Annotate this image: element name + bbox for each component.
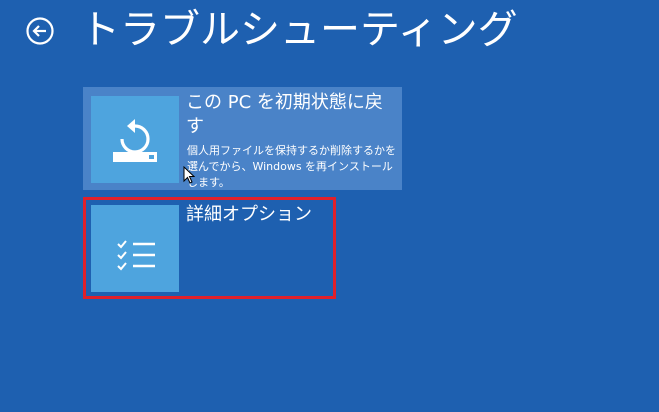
tile-title: 詳細オプション: [186, 204, 312, 225]
back-button[interactable]: [26, 17, 54, 45]
checklist-icon: [91, 205, 179, 292]
tile-description: 個人用ファイルを保持するか削除するかを選んでから、Windows を再インストー…: [187, 144, 396, 189]
tile-title: この PC を初期状態に戻す: [186, 92, 383, 137]
mouse-pointer-icon: [183, 165, 196, 188]
troubleshoot-screen: トラブルシューティング この PC を初期状態に戻す 個人用ファイルを保持するか…: [0, 0, 659, 412]
back-arrow-icon: [26, 17, 54, 45]
reset-pc-tile[interactable]: この PC を初期状態に戻す 個人用ファイルを保持するか削除するかを選んでから、…: [83, 87, 402, 190]
advanced-options-tile[interactable]: 詳細オプション: [83, 197, 337, 300]
reset-icon: [91, 96, 179, 183]
page-title: トラブルシューティング: [80, 7, 518, 53]
